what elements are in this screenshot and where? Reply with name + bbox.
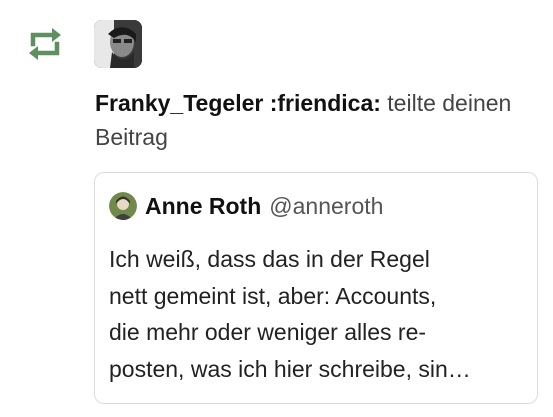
author-handle: @anneroth bbox=[269, 192, 384, 219]
boost-icon bbox=[29, 28, 61, 60]
status-content: Ich weiß, dass das in der Regel nett gem… bbox=[109, 241, 525, 387]
actor-name-link[interactable]: Franky_Tegeler :friendica: bbox=[95, 90, 381, 116]
notification-message: Franky_Tegeler :friendica: teilte deinen… bbox=[95, 86, 515, 154]
author-avatar[interactable] bbox=[109, 192, 137, 220]
status-card[interactable]: Anne Roth @anneroth Ich weiß, dass das i… bbox=[94, 172, 538, 404]
status-author[interactable]: Anne Roth @anneroth bbox=[109, 191, 383, 221]
status-text-line: nett gemeint ist, aber: Accounts, bbox=[109, 282, 437, 309]
status-text-line: posten, was ich hier schreibe, sin… bbox=[109, 355, 471, 382]
boost-notification: Franky_Tegeler :friendica: teilte deinen… bbox=[0, 0, 553, 417]
actor-avatar[interactable] bbox=[94, 20, 142, 68]
author-name: Anne Roth bbox=[145, 192, 262, 219]
status-text-line: Ich weiß, dass das in der Regel bbox=[109, 246, 430, 272]
status-text-line: die mehr oder weniger alles re- bbox=[109, 319, 427, 345]
